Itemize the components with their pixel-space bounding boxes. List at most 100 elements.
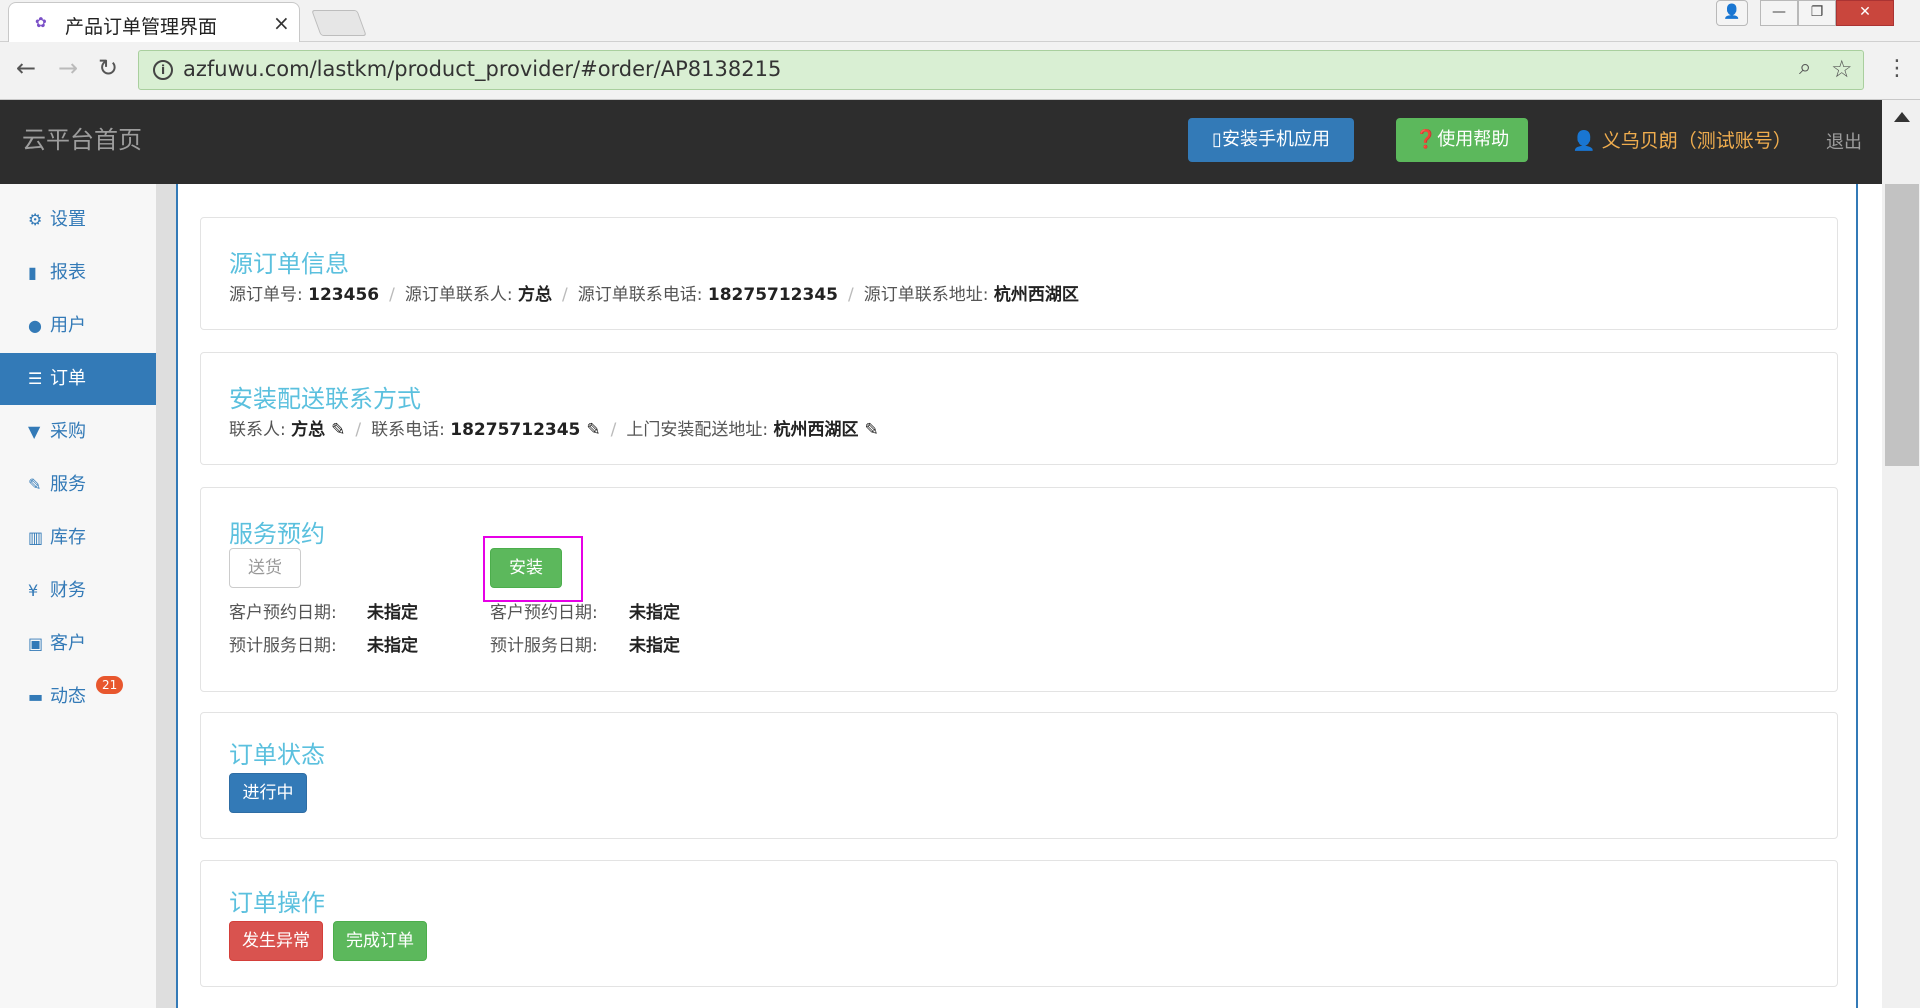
sidebar-item-label: 采购 xyxy=(50,421,86,442)
report-exception-button[interactable]: 发生异常 xyxy=(229,921,323,961)
wrench-icon: ✎ xyxy=(28,475,42,494)
back-arrow-icon[interactable]: ← xyxy=(16,54,36,82)
page-scrollbar[interactable] xyxy=(1882,100,1920,1008)
delivery-address-label: 上门安装配送地址: xyxy=(626,420,769,440)
separator: / xyxy=(389,285,395,305)
minimize-icon[interactable]: — xyxy=(1760,0,1798,26)
delivery-contact-row: 联系人: 方总 ✎ / 联系电话: 18275712345 ✎ / 上门安装配送地址: 杭州… xyxy=(229,415,879,440)
edit-address-pencil-icon[interactable]: ✎ xyxy=(865,420,879,440)
planned-date-label: 预计服务日期: xyxy=(229,636,337,656)
content-border-right xyxy=(1856,184,1858,1008)
delivery-contact-label: 联系人: xyxy=(229,420,286,440)
planned-date-value: 未指定 xyxy=(367,636,418,656)
user-icon: ● xyxy=(28,316,42,335)
tab-close-icon[interactable]: × xyxy=(273,11,290,35)
sidebar-item-finance[interactable]: ¥ 财务 xyxy=(0,565,156,617)
source-phone-label: 源订单联系电话: xyxy=(577,285,703,305)
sidebar-item-label: 财务 xyxy=(50,580,86,601)
site-favicon-icon: ✿ xyxy=(35,15,47,31)
url-text[interactable]: azfuwu.com/lastkm/product_provider/#orde… xyxy=(183,57,781,81)
profile-icon[interactable]: 👤 xyxy=(1716,0,1748,26)
sidebar: ⚙ 设置 ▮ 报表 ● 用户 ☰ 订单 ▼ 采购 ✎ 服务 ▥ 库存 ¥ 财务 ▣ 客户 ▬ 动态 … xyxy=(0,184,156,1008)
scroll-up-icon[interactable] xyxy=(1894,112,1910,122)
mobile-phone-icon: ▯ xyxy=(1212,129,1222,150)
sidebar-item-service[interactable]: ✎ 服务 xyxy=(0,459,156,511)
tab-title: 产品订单管理界面 xyxy=(65,16,218,38)
user-name: 义乌贝朗（测试账号） xyxy=(1601,130,1792,152)
forward-arrow-icon[interactable]: → xyxy=(58,54,78,82)
source-contact-label: 源订单联系人: xyxy=(404,285,513,305)
sidebar-item-label: 服务 xyxy=(50,474,86,495)
delivery-phone-label: 联系电话: xyxy=(371,420,445,440)
service-appointment-panel: 服务预约 送货 安装 客户预约日期: 未指定 预计服务日期: 未指定 客户预约日… xyxy=(200,487,1838,692)
order-status-panel: 订单状态 进行中 xyxy=(200,712,1838,839)
sidebar-item-label: 订单 xyxy=(50,368,86,389)
deliver-button[interactable]: 送货 xyxy=(229,548,301,588)
user-icon: 👤 xyxy=(1572,130,1596,152)
sidebar-item-users[interactable]: ● 用户 xyxy=(0,300,156,352)
sidebar-item-label: 动态 xyxy=(50,686,86,707)
new-tab-button[interactable] xyxy=(311,10,367,36)
separator: / xyxy=(355,420,362,440)
reload-icon[interactable]: ↻ xyxy=(98,54,118,82)
delivery-phone: 18275712345 xyxy=(450,420,581,440)
sidebar-item-customers[interactable]: ▣ 客户 xyxy=(0,618,156,670)
sidebar-item-purchase[interactable]: ▼ 采购 xyxy=(0,406,156,458)
sidebar-item-label: 设置 xyxy=(50,209,86,230)
comment-icon: ▬ xyxy=(28,687,44,706)
url-field[interactable]: i azfuwu.com/lastkm/product_provider/#or… xyxy=(138,50,1864,90)
delivery-contact: 方总 xyxy=(291,420,326,440)
bar-chart-icon: ▮ xyxy=(28,263,37,282)
source-phone: 18275712345 xyxy=(707,285,838,305)
site-info-icon[interactable]: i xyxy=(153,60,173,80)
edit-contact-pencil-icon[interactable]: ✎ xyxy=(331,420,345,440)
planned-date-label: 预计服务日期: xyxy=(490,636,598,656)
source-address-label: 源订单联系地址: xyxy=(863,285,989,305)
source-contact: 方总 xyxy=(518,285,552,305)
separator: / xyxy=(562,285,568,305)
sidebar-item-label: 用户 xyxy=(50,315,86,336)
customer-date-label: 客户预约日期: xyxy=(490,603,598,623)
install-app-label: 安装手机应用 xyxy=(1221,129,1330,150)
gear-icon: ⚙ xyxy=(28,210,43,229)
order-actions-panel: 订单操作 发生异常 完成订单 xyxy=(200,860,1838,987)
delivery-contact-title: 安装配送联系方式 xyxy=(229,385,421,413)
bookmark-star-icon[interactable]: ☆ xyxy=(1831,55,1853,83)
sidebar-item-orders[interactable]: ☰ 订单 xyxy=(0,353,156,405)
barcode-icon: ▥ xyxy=(28,528,44,547)
browser-tab[interactable]: ✿ 产品订单管理界面 × xyxy=(8,2,300,42)
browser-menu-icon[interactable]: ⋮ xyxy=(1886,56,1908,81)
sidebar-item-settings[interactable]: ⚙ 设置 xyxy=(0,194,156,246)
list-icon: ☰ xyxy=(28,369,43,388)
help-button[interactable]: ❓使用帮助 xyxy=(1396,118,1528,162)
briefcase-icon: ▣ xyxy=(28,634,44,653)
sidebar-item-inventory[interactable]: ▥ 库存 xyxy=(0,512,156,564)
brand-link[interactable]: 云平台首页 xyxy=(22,120,142,155)
maximize-icon[interactable]: ❐ xyxy=(1798,0,1836,26)
install-button[interactable]: 安装 xyxy=(490,548,562,588)
sidebar-item-reports[interactable]: ▮ 报表 xyxy=(0,247,156,299)
sidebar-item-activity[interactable]: ▬ 动态 xyxy=(0,671,156,723)
window-close-icon[interactable]: ✕ xyxy=(1836,0,1894,26)
user-account-link[interactable]: 👤 义乌贝朗（测试账号） xyxy=(1572,126,1792,153)
question-circle-icon: ❓ xyxy=(1414,129,1438,150)
status-in-progress-badge: 进行中 xyxy=(229,773,307,813)
sidebar-item-label: 报表 xyxy=(50,262,86,283)
separator: / xyxy=(610,420,617,440)
planned-date-value: 未指定 xyxy=(629,636,680,656)
activity-count-badge: 21 xyxy=(96,676,124,694)
sidebar-item-label: 客户 xyxy=(50,633,86,654)
customer-date-value: 未指定 xyxy=(629,603,680,623)
separator: / xyxy=(848,285,854,305)
complete-order-button[interactable]: 完成订单 xyxy=(333,921,427,961)
logout-link[interactable]: 退出 xyxy=(1826,128,1862,154)
zoom-icon[interactable]: ⌕ xyxy=(1799,55,1811,80)
source-address: 杭州西湖区 xyxy=(993,285,1079,305)
source-order-info-row: 源订单号: 123456 / 源订单联系人: 方总 / 源订单联系电话: 1827571… xyxy=(229,280,1079,305)
order-actions-title: 订单操作 xyxy=(229,889,325,917)
install-app-button[interactable]: ▯安装手机应用 xyxy=(1188,118,1354,162)
edit-phone-pencil-icon[interactable]: ✎ xyxy=(586,420,600,440)
scrollbar-thumb[interactable] xyxy=(1885,184,1919,466)
customer-date-value: 未指定 xyxy=(367,603,418,623)
delivery-address: 杭州西湖区 xyxy=(773,420,859,440)
